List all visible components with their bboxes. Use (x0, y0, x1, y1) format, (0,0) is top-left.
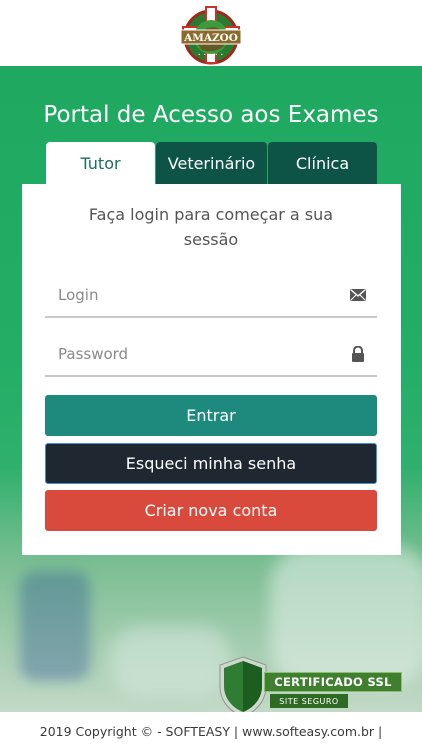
forgot-password-button[interactable]: Esqueci minha senha (45, 443, 377, 484)
header: AMAZOO • • • • • (0, 0, 422, 66)
login-intro-text: Faça login para começar a sua sessão (40, 202, 382, 252)
envelope-icon (350, 288, 366, 301)
tab-veterinario[interactable]: Veterinário (156, 142, 267, 184)
logo-text: AMAZOO (183, 32, 238, 44)
footer-copyright: 2019 Copyright © - SOFTEASY | www.softea… (0, 712, 422, 750)
ssl-subtitle: SITE SEGURO (270, 694, 348, 708)
create-account-button[interactable]: Criar nova conta (45, 490, 377, 531)
amazoo-logo: AMAZOO • • • • • (180, 6, 242, 65)
ssl-title: CERTIFICADO SSL (264, 672, 402, 692)
shield-icon (219, 656, 267, 718)
password-field (45, 333, 377, 377)
login-field (45, 274, 377, 318)
intro-line-2: sessão (183, 230, 239, 249)
ssl-certificate-badge: CERTIFICADO SSL SITE SEGURO (218, 656, 404, 718)
tab-tutor[interactable]: Tutor (46, 142, 155, 184)
login-input[interactable] (45, 274, 335, 316)
tab-clinica[interactable]: Clínica (268, 142, 377, 184)
page-title: Portal de Acesso aos Exames (43, 102, 379, 128)
entrar-button[interactable]: Entrar (45, 395, 377, 436)
svg-text:• • • • •: • • • • • (198, 52, 224, 57)
password-input[interactable] (45, 333, 335, 375)
lock-icon (352, 346, 364, 362)
intro-line-1: Faça login para começar a sua (88, 205, 334, 224)
